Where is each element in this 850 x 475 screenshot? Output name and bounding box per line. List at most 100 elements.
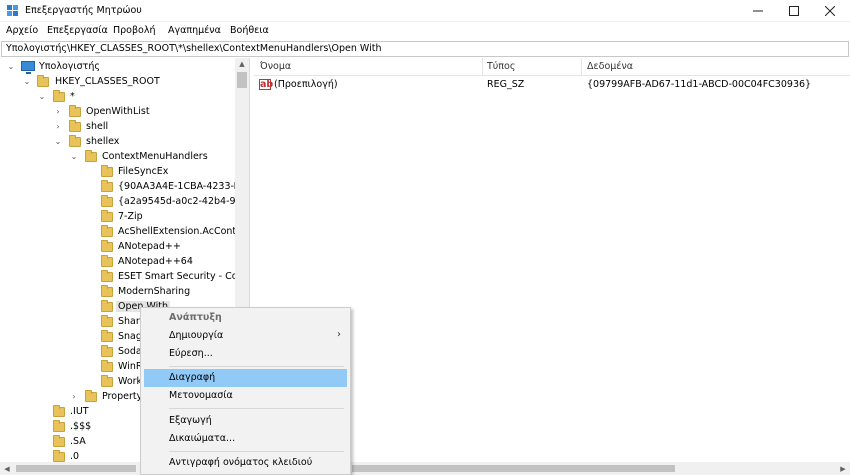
tree-label: ModernSharing: [118, 286, 191, 297]
tree-item-contextmenuhandlers[interactable]: ⌄ ContextMenuHandlers: [0, 149, 235, 164]
tree-item-star[interactable]: ⌄ *: [0, 89, 235, 104]
menu-item-export[interactable]: Εξαγωγή: [144, 412, 347, 430]
column-header-data[interactable]: Δεδομένα: [587, 61, 633, 72]
folder-icon: [101, 225, 113, 237]
tree-item-handler[interactable]: {a2a9545d-a0c2-42b4-9708: [0, 194, 249, 209]
minimize-icon: [753, 10, 763, 12]
tree-label: WinR: [118, 361, 143, 372]
address-bar[interactable]: Υπολογιστής\HKEY_CLASSES_ROOT\*\shellex\…: [1, 41, 849, 57]
tree-item-handler[interactable]: FileSyncEx: [0, 164, 235, 179]
scroll-up-icon[interactable]: ▲: [235, 58, 249, 70]
scroll-right-icon[interactable]: ▶: [836, 462, 850, 475]
chevron-down-icon[interactable]: ⌄: [37, 92, 47, 102]
tree-item-handler[interactable]: {90AA3A4E-1CBA-4233-B8B: [0, 179, 249, 194]
tree-item-openwithlist[interactable]: › OpenWithList: [0, 104, 235, 119]
chevron-right-icon[interactable]: ›: [53, 122, 63, 132]
tree-label: {a2a9545d-a0c2-42b4-9708: [118, 196, 249, 207]
tree-label: Snag: [118, 331, 142, 342]
scrollbar-thumb[interactable]: [237, 72, 247, 88]
computer-icon: [21, 61, 35, 74]
menu-separator: [169, 366, 344, 367]
registry-editor-icon: [7, 5, 18, 16]
tree-label: ANotepad++64: [118, 256, 193, 267]
tree-label: .0: [70, 451, 80, 462]
tree-item-handler[interactable]: ModernSharing: [0, 284, 235, 299]
folder-icon: [37, 75, 49, 87]
folder-icon: [53, 420, 65, 432]
scroll-left-icon[interactable]: ◀: [0, 462, 14, 475]
menu-item-rename[interactable]: Μετονομασία: [144, 387, 347, 405]
maximize-icon: [789, 6, 799, 16]
menu-item-expand[interactable]: Ανάπτυξη: [144, 309, 347, 327]
menu-view[interactable]: Προβολή: [113, 25, 156, 36]
menu-file[interactable]: Αρχείο: [6, 25, 38, 36]
folder-icon: [101, 165, 113, 177]
menu-help[interactable]: Βοήθεια: [230, 25, 269, 36]
list-scrollbar-thumb[interactable]: [352, 465, 675, 472]
column-divider[interactable]: [581, 58, 582, 76]
tree-label: ANotepad++: [118, 241, 181, 252]
folder-icon: [101, 345, 113, 357]
tree-item-computer[interactable]: ⌄ Υπολογιστής: [0, 59, 235, 74]
folder-icon: [101, 285, 113, 297]
menu-favorites[interactable]: Αγαπημένα: [168, 25, 221, 36]
chevron-right-icon[interactable]: ›: [69, 392, 79, 402]
close-button[interactable]: [812, 0, 848, 22]
value-row[interactable]: ab (Προεπιλογή) REG_SZ {09799AFB-AD67-11…: [254, 78, 850, 94]
tree-label: {90AA3A4E-1CBA-4233-B8B: [118, 181, 249, 192]
submenu-arrow-icon: ›: [337, 329, 341, 340]
chevron-down-icon[interactable]: ⌄: [6, 62, 16, 72]
tree-label: OpenWithList: [86, 106, 150, 117]
address-path: Υπολογιστής\HKEY_CLASSES_ROOT\*\shellex\…: [6, 43, 382, 54]
tree-item-handler[interactable]: 7-Zip: [0, 209, 235, 224]
tree-label: Shari: [118, 316, 143, 327]
tree-label: Υπολογιστής: [39, 61, 100, 72]
chevron-down-icon[interactable]: ⌄: [69, 152, 79, 162]
folder-icon: [101, 360, 113, 372]
chevron-right-icon[interactable]: ›: [53, 107, 63, 117]
folder-icon: [85, 390, 97, 402]
folder-icon: [69, 135, 81, 147]
folder-icon: [101, 240, 113, 252]
tree-label: HKEY_CLASSES_ROOT: [55, 76, 160, 87]
tree-label: Property: [102, 391, 143, 402]
folder-icon: [101, 315, 113, 327]
menu-edit[interactable]: Επεξεργασία: [47, 25, 108, 36]
close-icon: [825, 6, 835, 16]
folder-icon: [85, 150, 97, 162]
chevron-down-icon[interactable]: ⌄: [22, 77, 32, 87]
folder-icon: [101, 195, 113, 207]
tree-item-hkcr[interactable]: ⌄ HKEY_CLASSES_ROOT: [0, 74, 235, 89]
tree-label: 7-Zip: [118, 211, 143, 222]
tree-label: *: [70, 91, 75, 102]
tree-item-handler[interactable]: ESET Smart Security - Cont: [0, 269, 247, 284]
menu-item-find[interactable]: Εύρεση...: [144, 345, 347, 363]
tree-item-handler[interactable]: AcShellExtension.AcContex: [0, 224, 247, 239]
window-title: Επεξεργαστής Μητρώου: [25, 5, 142, 16]
column-header-type[interactable]: Τύπος: [487, 61, 515, 72]
tree-item-shellex[interactable]: ⌄ shellex: [0, 134, 235, 149]
minimize-button[interactable]: [740, 0, 776, 22]
value-type: REG_SZ: [487, 79, 525, 90]
list-header: Όνομα Τύπος Δεδομένα: [254, 58, 850, 76]
tree-label: .$$$: [70, 421, 92, 432]
folder-icon: [53, 405, 65, 417]
menu-item-copy-key-name[interactable]: Αντιγραφή ονόματος κλειδιού: [144, 454, 347, 472]
tree-item-handler[interactable]: ANotepad++64: [0, 254, 235, 269]
column-header-name[interactable]: Όνομα: [260, 61, 291, 72]
menu-item-permissions[interactable]: Δικαιώματα...: [144, 430, 347, 448]
tree-label: Soda: [118, 346, 142, 357]
column-divider[interactable]: [482, 58, 483, 76]
tree-item-shell[interactable]: › shell: [0, 119, 235, 134]
folder-icon: [101, 375, 113, 387]
chevron-down-icon[interactable]: ⌄: [53, 137, 63, 147]
menu-item-new[interactable]: Δημιουργία ›: [144, 327, 347, 345]
folder-icon: [53, 90, 65, 102]
tree-label: ContextMenuHandlers: [102, 151, 208, 162]
tree-item-handler[interactable]: ANotepad++: [0, 239, 235, 254]
scrollbar-thumb[interactable]: [16, 465, 136, 472]
tree-horizontal-scrollbar[interactable]: ◀ ▶: [0, 462, 850, 475]
menu-item-delete[interactable]: Διαγραφή: [144, 369, 347, 387]
value-data: {09799AFB-AD67-11d1-ABCD-00C04FC30936}: [587, 79, 812, 90]
maximize-button[interactable]: [776, 0, 812, 22]
